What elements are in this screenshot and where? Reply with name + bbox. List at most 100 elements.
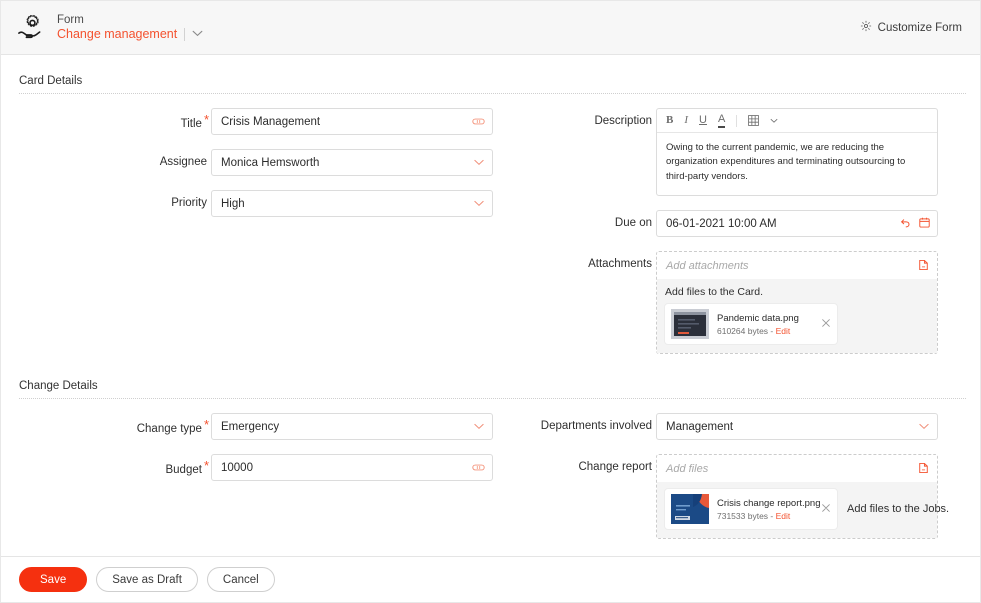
italic-icon[interactable]: I <box>684 115 688 126</box>
control-wrap: Management <box>656 413 938 440</box>
chevron-down-icon[interactable] <box>474 190 484 217</box>
title-input[interactable]: Crisis Management <box>211 108 493 135</box>
due-on-icons <box>899 210 930 237</box>
file-edit-link[interactable]: Edit <box>776 511 791 521</box>
label-text: Change type <box>136 423 202 435</box>
field-description: Description B I U A Owing to the current… <box>531 108 980 196</box>
field-label: Attachments <box>588 258 652 270</box>
control-wrap: 10000 <box>211 454 493 481</box>
app-header: Form Change management Customize Form <box>1 1 980 55</box>
budget-value: 10000 <box>221 461 253 474</box>
form-page: Form Change management Customize Form Ca… <box>0 0 981 603</box>
chevron-down-icon[interactable] <box>474 149 484 176</box>
control-wrap: 06-01-2021 10:00 AM <box>656 210 938 237</box>
field-label: Title * <box>1 108 211 130</box>
title-value: Crisis Management <box>221 115 321 128</box>
close-icon[interactable] <box>817 317 831 331</box>
change-report-dropzone[interactable]: Add files Crisis change report.png 73153… <box>656 454 949 539</box>
undo-icon[interactable] <box>899 215 911 233</box>
table-icon[interactable] <box>748 115 760 126</box>
file-meta: Crisis change report.png 731533 bytes - … <box>717 498 821 521</box>
required-marker: * <box>203 417 209 432</box>
required-marker: * <box>203 458 209 473</box>
attachments-panel: Add files to the Card. Pandemic data.png… <box>657 279 937 353</box>
file-sub: 731533 bytes - Edit <box>717 511 809 521</box>
form-name: Change management <box>57 26 178 41</box>
card-details-right-column: Description B I U A Owing to the current… <box>531 108 980 368</box>
customize-form-label: Customize Form <box>877 21 962 34</box>
field-label: Due on <box>614 217 652 229</box>
assignee-value: Monica Hemsworth <box>221 156 320 169</box>
file-sub: 610264 bytes - Edit <box>717 326 799 336</box>
change-details-right-column: Departments involved Management Change r… <box>531 413 980 553</box>
form-title-block: Form Change management <box>57 13 203 43</box>
field-due-on: Due on 06-01-2021 10:00 AM <box>531 210 980 237</box>
upload-file-icon[interactable] <box>918 258 929 276</box>
eraser-icon[interactable] <box>472 108 485 135</box>
blue-document-thumbnail <box>671 494 709 524</box>
file-name: Pandemic data.png <box>717 312 799 324</box>
change-type-value: Emergency <box>221 420 280 433</box>
label-text: Title <box>180 118 202 130</box>
control-wrap: Emergency <box>211 413 493 440</box>
field-label: Assignee <box>159 156 207 168</box>
form-name-row[interactable]: Change management <box>57 27 203 43</box>
chevron-down-icon[interactable] <box>919 413 929 440</box>
toolbar-divider <box>736 114 738 127</box>
underline-icon[interactable]: U <box>699 115 707 126</box>
description-text[interactable]: Owing to the current pandemic, we are re… <box>657 133 937 195</box>
field-label: Priority <box>171 197 207 209</box>
upload-file-icon[interactable] <box>918 461 929 479</box>
priority-value: High <box>221 197 245 210</box>
attachment-file-card[interactable]: Pandemic data.png 610264 bytes - Edit <box>665 304 837 344</box>
calendar-icon[interactable] <box>919 215 930 233</box>
file-separator: - <box>770 325 774 336</box>
departments-value: Management <box>666 420 734 433</box>
card-details-left-column: Title * Crisis Management Assignee Monic… <box>1 108 531 368</box>
change-report-input[interactable]: Add files <box>657 455 937 482</box>
form-footer: Save Save as Draft Cancel <box>1 556 980 602</box>
budget-input[interactable]: 10000 <box>211 454 493 481</box>
due-on-value: 06-01-2021 10:00 AM <box>666 217 777 230</box>
text-color-icon[interactable]: A <box>717 113 726 128</box>
attachments-hint: Add files to the Card. <box>665 286 764 298</box>
field-label: Description <box>594 115 652 127</box>
field-priority: Priority High <box>1 190 531 217</box>
change-report-file-card[interactable]: Crisis change report.png 731533 bytes - … <box>665 489 837 529</box>
priority-select[interactable]: High <box>211 190 493 217</box>
control-wrap: Crisis Management <box>211 108 493 135</box>
chevron-down-icon[interactable] <box>192 30 203 39</box>
attachments-input[interactable]: Add attachments <box>657 252 937 279</box>
due-on-input[interactable]: 06-01-2021 10:00 AM <box>656 210 938 237</box>
bold-icon[interactable]: B <box>666 115 673 126</box>
customize-form-button[interactable]: Customize Form <box>860 19 962 37</box>
dark-screenshot-thumbnail <box>671 309 709 339</box>
file-size: 610264 bytes <box>717 325 769 336</box>
change-report-row: Crisis change report.png 731533 bytes - … <box>665 489 949 529</box>
control-wrap: Monica Hemsworth <box>211 149 493 176</box>
close-icon[interactable] <box>817 502 831 516</box>
field-departments: Departments involved Management <box>531 413 980 440</box>
assignee-select[interactable]: Monica Hemsworth <box>211 149 493 176</box>
chevron-down-icon[interactable] <box>474 413 484 440</box>
change-report-hint: Add files to the Jobs. <box>847 503 950 515</box>
field-label: Change report <box>578 461 652 473</box>
description-editor[interactable]: B I U A Owing to the current pandemic, w… <box>656 108 938 196</box>
eraser-icon[interactable] <box>472 454 485 481</box>
chevron-down-icon[interactable] <box>770 118 778 124</box>
label-text: Budget <box>165 464 202 476</box>
save-button[interactable]: Save <box>19 567 88 592</box>
cancel-button[interactable]: Cancel <box>206 567 275 592</box>
field-change-report: Change report Add files Crisis change re… <box>531 454 980 539</box>
change-details-left-column: Change type * Emergency Budget * 10000 <box>1 413 531 553</box>
change-type-select[interactable]: Emergency <box>211 413 493 440</box>
form-kicker: Form <box>57 13 84 26</box>
section-title-change-details: Change Details <box>19 380 98 392</box>
save-as-draft-button[interactable]: Save as Draft <box>96 567 198 592</box>
field-budget: Budget * 10000 <box>1 454 531 481</box>
gear-icon <box>860 19 872 37</box>
departments-select[interactable]: Management <box>656 413 938 440</box>
attachments-dropzone[interactable]: Add attachments Add files to the Card. P… <box>656 251 938 354</box>
change-report-panel: Crisis change report.png 731533 bytes - … <box>657 482 949 538</box>
file-edit-link[interactable]: Edit <box>776 326 791 336</box>
